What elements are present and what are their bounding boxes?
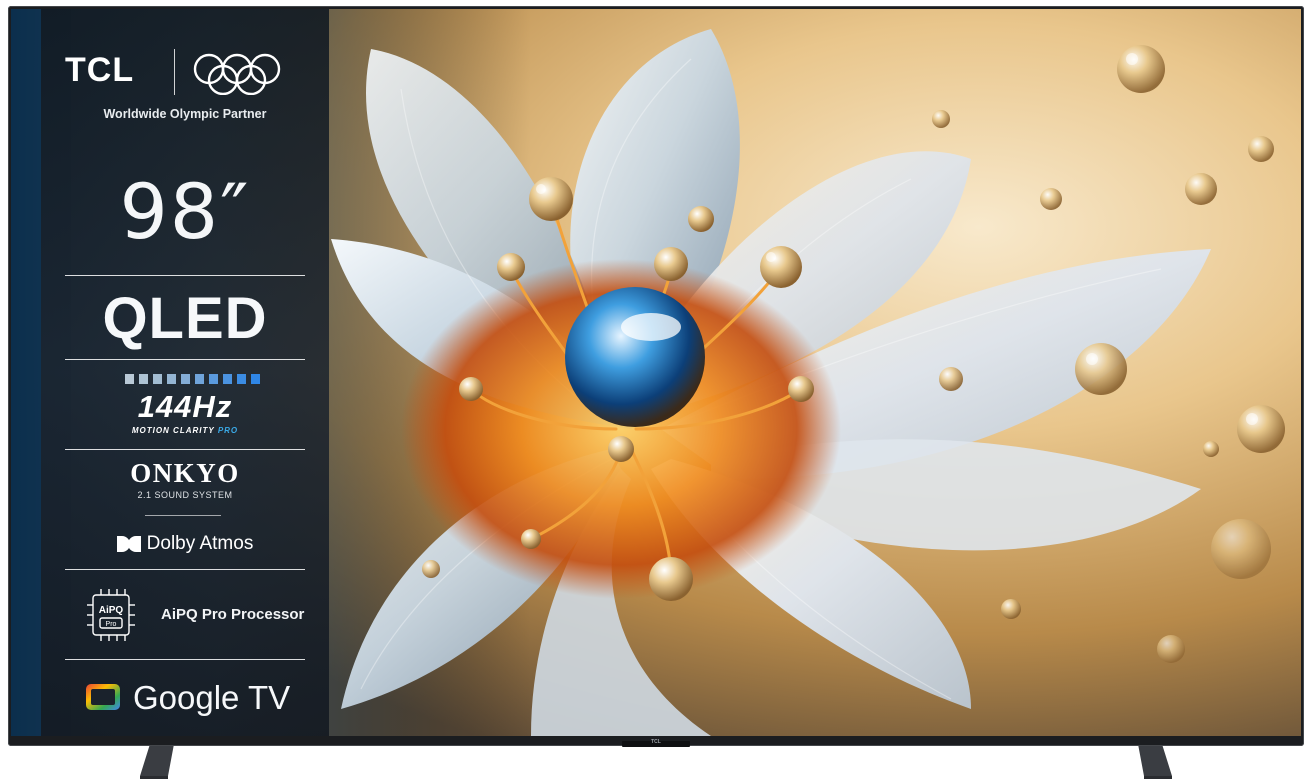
olympic-partner-text: Worldwide Olympic Partner bbox=[103, 107, 267, 121]
olympic-rings-icon bbox=[193, 53, 281, 95]
spec-panel: TCL Worldwide Olympic Partner 98″ QLED 1… bbox=[41, 9, 329, 736]
refresh-bars-icon bbox=[125, 374, 260, 384]
dolby-icon bbox=[116, 536, 141, 552]
dolby-atmos-logo: Dolby Atmos bbox=[41, 531, 329, 557]
google-tv-icon bbox=[86, 684, 120, 710]
divider bbox=[65, 275, 305, 276]
processor-label: AiPQ Pro Processor bbox=[161, 606, 305, 623]
sound-system-text: 2.1 SOUND SYSTEM bbox=[137, 490, 233, 500]
chin-logo: TCL bbox=[622, 739, 690, 747]
google-tv-text: Google TV bbox=[133, 679, 291, 716]
brand-divider bbox=[174, 49, 175, 95]
tv-product-image: TCL Worldwide Olympic Partner 98″ QLED 1… bbox=[0, 0, 1312, 783]
divider bbox=[65, 659, 305, 660]
screen-size: 98″ bbox=[119, 167, 251, 256]
motion-clarity-pro: PRO bbox=[217, 426, 239, 435]
motion-clarity-text: MOTION CLARITY bbox=[131, 426, 215, 435]
brand-lockup: TCL bbox=[65, 49, 305, 99]
onkyo-logo: ONKYO bbox=[130, 458, 240, 488]
refresh-rate: 144Hz bbox=[137, 389, 233, 424]
tv-screen: TCL Worldwide Olympic Partner 98″ QLED 1… bbox=[11, 9, 1301, 736]
divider bbox=[65, 449, 305, 450]
motion-clarity-caption: MOTION CLARITY PRO bbox=[41, 426, 329, 435]
divider bbox=[65, 569, 305, 570]
aipq-chip-sub: Pro bbox=[106, 621, 117, 628]
dolby-atmos-text: Dolby Atmos bbox=[146, 533, 254, 554]
chin-logo-text: TCL bbox=[651, 739, 661, 745]
tcl-logo: TCL bbox=[65, 51, 135, 89]
aipq-chip-label: AiPQ bbox=[99, 605, 124, 616]
panel-type: QLED bbox=[102, 286, 268, 351]
divider bbox=[65, 359, 305, 360]
aipq-chip-icon: AiPQ Pro bbox=[87, 589, 135, 641]
divider bbox=[145, 515, 221, 516]
